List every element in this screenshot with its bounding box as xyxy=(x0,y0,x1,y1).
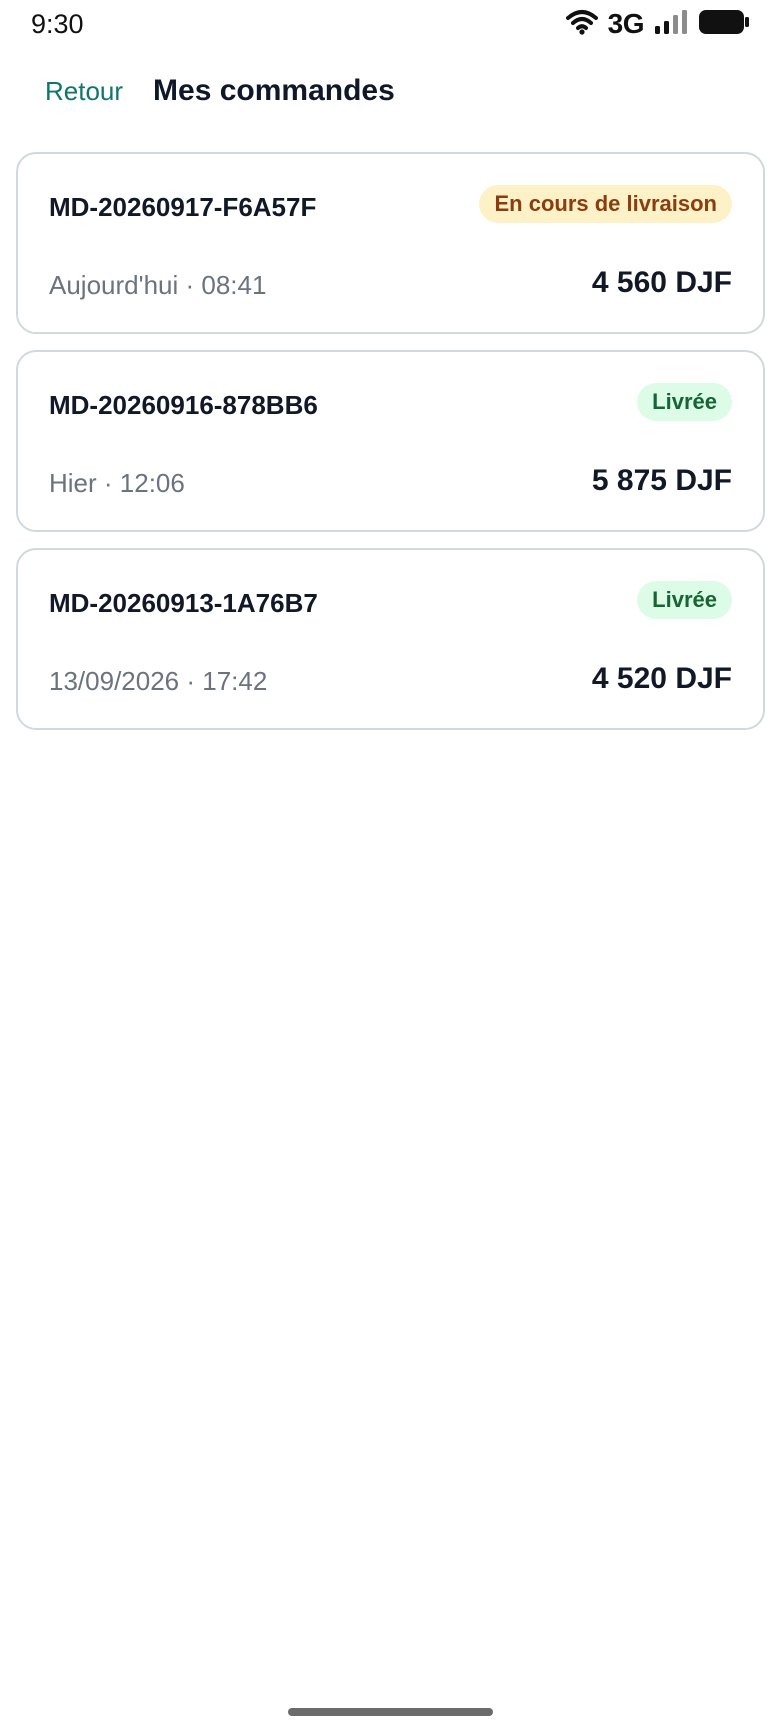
battery-icon xyxy=(698,9,750,40)
status-badge: Livrée xyxy=(637,383,732,421)
order-id: MD-20260917-F6A57F xyxy=(49,192,317,222)
orders-list: MD-20260917-F6A57F En cours de livraison… xyxy=(16,152,765,746)
order-card[interactable]: MD-20260913-1A76B7 Livrée 13/09/2026 · 1… xyxy=(16,548,765,730)
order-card[interactable]: MD-20260916-878BB6 Livrée Hier · 12:06 5… xyxy=(16,350,765,532)
status-badge: En cours de livraison xyxy=(479,185,732,223)
header: Retour Mes commandes xyxy=(0,60,780,122)
status-icons: 3G xyxy=(565,8,750,40)
order-id: MD-20260913-1A76B7 xyxy=(49,588,318,618)
order-date: Hier · 12:06 xyxy=(49,468,185,498)
screen: 9:30 3G Retour Mes commandes MD-20260917… xyxy=(0,0,780,1733)
status-time: 9:30 xyxy=(31,8,84,39)
order-total: 4 560 DJF xyxy=(591,266,732,299)
order-date: Aujourd'hui · 08:41 xyxy=(49,270,267,300)
wifi-icon xyxy=(565,9,598,40)
order-id: MD-20260916-878BB6 xyxy=(49,390,318,420)
status-badge: Livrée xyxy=(637,581,732,619)
back-button[interactable]: Retour xyxy=(45,76,123,107)
network-type: 3G xyxy=(607,8,645,39)
page-title: Mes commandes xyxy=(153,74,395,107)
status-bar: 9:30 3G xyxy=(0,0,780,48)
order-date: 13/09/2026 · 17:42 xyxy=(49,666,268,696)
order-total: 5 875 DJF xyxy=(591,464,732,497)
order-card[interactable]: MD-20260917-F6A57F En cours de livraison… xyxy=(16,152,765,334)
order-total: 4 520 DJF xyxy=(591,662,732,695)
signal-icon xyxy=(654,9,688,40)
home-indicator[interactable] xyxy=(288,1708,493,1716)
